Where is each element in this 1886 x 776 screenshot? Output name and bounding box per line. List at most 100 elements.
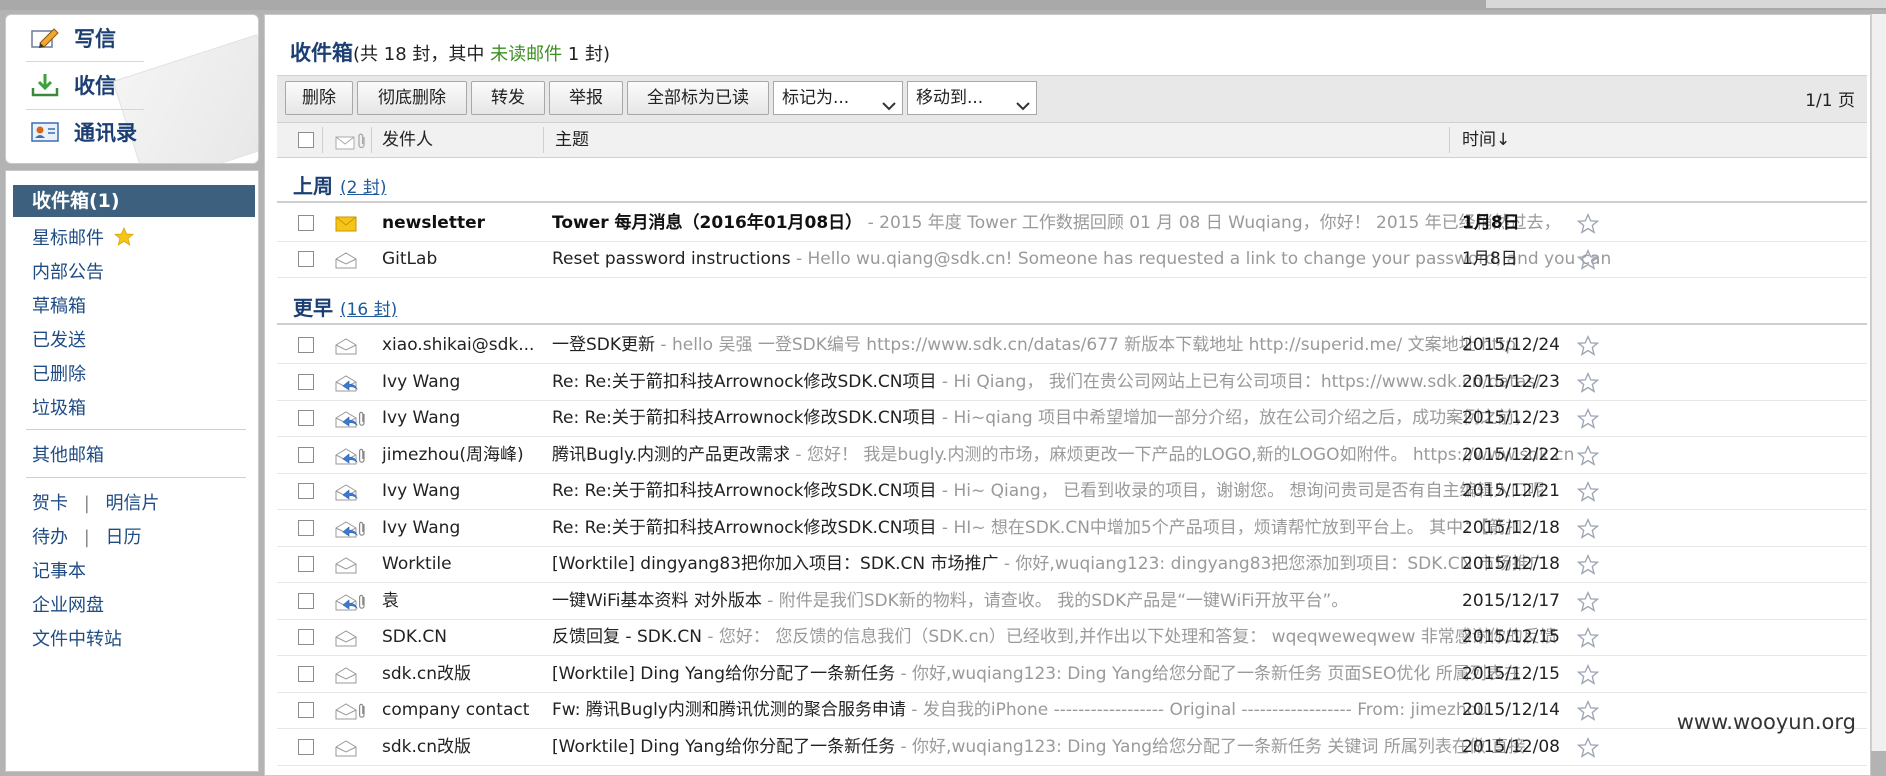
unread-link[interactable]: 未读邮件 [490,44,562,65]
sidebar-item-starred[interactable]: 星标邮件 [32,224,134,252]
table-row[interactable]: sdk.cn改版 [Worktile] Ding Yang给你分配了一条新任务 -… [277,729,1867,766]
group-count-link[interactable]: (2 封) [340,178,386,198]
envelope-icon [335,337,357,355]
row-checkbox[interactable] [298,251,314,267]
row-checkbox[interactable] [298,738,314,755]
unread-envelope-icon [335,215,357,232]
row-checkbox[interactable] [298,483,314,499]
star-icon[interactable] [1576,213,1600,235]
report-button[interactable]: 举报 [549,81,623,115]
star-icon[interactable] [1576,627,1600,649]
table-row[interactable]: GitLab Reset password instructions - Hell… [277,241,1867,278]
star-icon[interactable] [1576,517,1600,540]
star-icon[interactable] [1576,700,1600,722]
row-checkbox[interactable] [298,592,314,609]
table-row[interactable]: Ivy Wang Re: Re:关于箭扣科技Arrownock修改SDK.CN项目… [277,510,1867,547]
group-count-link[interactable]: (16 封) [340,300,397,320]
sidebar-item-notes[interactable]: 记事本 [32,557,86,583]
table-row[interactable]: jimezhou(周海峰) 腾讯Bugly.内测的产品更改需求 - 您好！ 我是b… [277,437,1867,474]
table-row[interactable]: 袁一键WiFi基本资料 对外版本 - 附件是我们SDK新的物料，请查收。 我的S… [277,583,1867,620]
row-date: 2015/12/18 [1462,517,1560,538]
mark-all-read-button[interactable]: 全部标为已读 [627,81,769,115]
column-sender[interactable]: 发件人 [382,123,433,157]
contacts-button[interactable]: 通讯录 [30,112,137,152]
mark-as-select[interactable]: 标记为... [773,81,903,115]
row-subject-text: [Worktile] dingyang83把你加入项目：SDK.CN 市场推广 [552,554,999,574]
row-preview: - Hi~ Qiang， 已看到收录的项目，谢谢您。 想询问贵司是否有自主编辑入… [936,481,1545,501]
table-row[interactable]: Worktile [Worktile] dingyang83把你加入项目：SDK.… [277,546,1867,583]
table-row[interactable]: Ivy Wang Re: Re:关于箭扣科技Arrownock修改SDK.CN项目… [277,400,1867,437]
download-tray-icon [30,72,60,98]
star-icon[interactable] [1576,663,1600,686]
sidebar-item-label: 星标邮件 [32,228,104,249]
sidebar-item-transfer[interactable]: 文件中转站 [32,625,122,651]
envelope-icon [335,410,365,428]
row-subject-text: Re: Re:关于箭扣科技Arrownock修改SDK.CN项目 [552,517,937,538]
sidebar-item-notice[interactable]: 内部公告 [32,258,104,284]
row-checkbox[interactable] [298,665,314,682]
row-checkbox[interactable] [298,629,314,645]
receive-button[interactable]: 收信 [30,65,116,105]
select-all-checkbox[interactable] [298,132,314,148]
sidebar-item-spam[interactable]: 垃圾箱 [32,394,86,420]
star-icon[interactable] [1576,371,1600,394]
row-checkbox[interactable] [298,410,314,426]
sidebar-item-sent[interactable]: 已发送 [32,326,86,352]
row-date: 2015/12/18 [1462,554,1560,574]
star-icon[interactable] [1576,554,1600,576]
row-checkbox[interactable] [298,215,314,231]
sidebar-item-todo[interactable]: 待办 [32,527,68,548]
column-subject[interactable]: 主题 [555,123,589,157]
row-subject-text: Fw: 腾讯Bugly内测和腾讯优测的聚合服务申请 [552,700,906,720]
table-row[interactable]: company contact Fw: 腾讯Bugly内测和腾讯优测的聚合服务申请… [277,692,1867,729]
column-time[interactable]: 时间↓ [1462,123,1510,157]
table-row[interactable]: sdk.cn改版 [Worktile] Ding Yang给你分配了一条新任务 -… [277,656,1867,693]
table-row[interactable]: Ivy Wang Re: Re:关于箭扣科技Arrownock修改SDK.CN项目… [277,364,1867,401]
chevron-down-icon [1016,90,1030,111]
sidebar-item-card[interactable]: 贺卡 [32,493,68,514]
table-row[interactable]: Ivy Wang Re: Re:关于箭扣科技Arrownock修改SDK.CN项目… [277,473,1867,510]
table-row[interactable]: SDK.CN 反馈回复 - SDK.CN - 您好： 您反馈的信息我们（SDK.c… [277,619,1867,656]
sidebar-item-deleted[interactable]: 已删除 [32,360,86,386]
row-checkbox[interactable] [298,519,314,536]
table-row[interactable]: xiao.shikai@sdk... 一登SDK更新 - hello 吴强 一登S… [277,327,1867,364]
purge-button[interactable]: 彻底删除 [357,81,467,115]
star-icon[interactable] [1576,481,1600,503]
forward-button[interactable]: 转发 [471,81,545,115]
group-label: 上周 [293,174,333,198]
star-icon[interactable] [1576,736,1600,759]
scrollbar[interactable] [1871,14,1886,751]
star-icon[interactable] [1576,444,1600,467]
star-icon[interactable] [1576,590,1600,613]
sidebar-item-calendar[interactable]: 日历 [106,527,142,548]
row-checkbox[interactable] [298,556,314,572]
compose-button[interactable]: 写信 [30,18,116,58]
sidebar-item-disk[interactable]: 企业网盘 [32,591,104,617]
row-checkbox[interactable] [298,702,314,718]
move-to-select[interactable]: 移动到... [907,81,1037,115]
row-date: 2015/12/14 [1462,700,1560,720]
browser-top-strip-light [1486,0,1886,8]
row-checkbox[interactable] [298,373,314,390]
table-header: 发件人 主题 时间↓ [277,123,1867,158]
star-icon[interactable] [1576,335,1600,357]
row-subject-text: 腾讯Bugly.内测的产品更改需求 [552,444,790,465]
star-icon[interactable] [1576,249,1600,271]
row-preview: - 2015 年度 Tower 工作数据回顾 01 月 08 日 Wuqiang… [862,213,1561,233]
row-checkbox[interactable] [298,446,314,463]
row-checkbox[interactable] [298,337,314,353]
row-date: 1月8日 [1462,249,1518,269]
mail-list-panel: 收件箱(共 18 封，其中 未读邮件 1 封) 删除 彻底删除 转发 举报 全部… [264,14,1871,776]
row-date: 2015/12/21 [1462,481,1560,501]
delete-button[interactable]: 删除 [285,81,353,115]
quick-actions-panel: 写信 收信 通讯录 [5,14,259,164]
row-preview: - Hi~qiang 项目中希望增加一部分介绍，放在公司介绍之后，成功案例之前， [936,408,1532,428]
row-date: 2015/12/15 [1462,627,1560,647]
sidebar-item-inbox[interactable]: 收件箱(1) [13,185,255,217]
sidebar-item-drafts[interactable]: 草稿箱 [32,292,86,318]
star-icon[interactable] [1576,408,1600,430]
table-row[interactable]: newsletter Tower 每月消息（2016年01月08日） - 2015… [277,205,1867,242]
sidebar-item-postcard[interactable]: 明信片 [106,493,160,514]
count-prefix: (共 18 封，其中 [353,44,491,65]
sidebar-item-other[interactable]: 其他邮箱 [32,441,104,467]
